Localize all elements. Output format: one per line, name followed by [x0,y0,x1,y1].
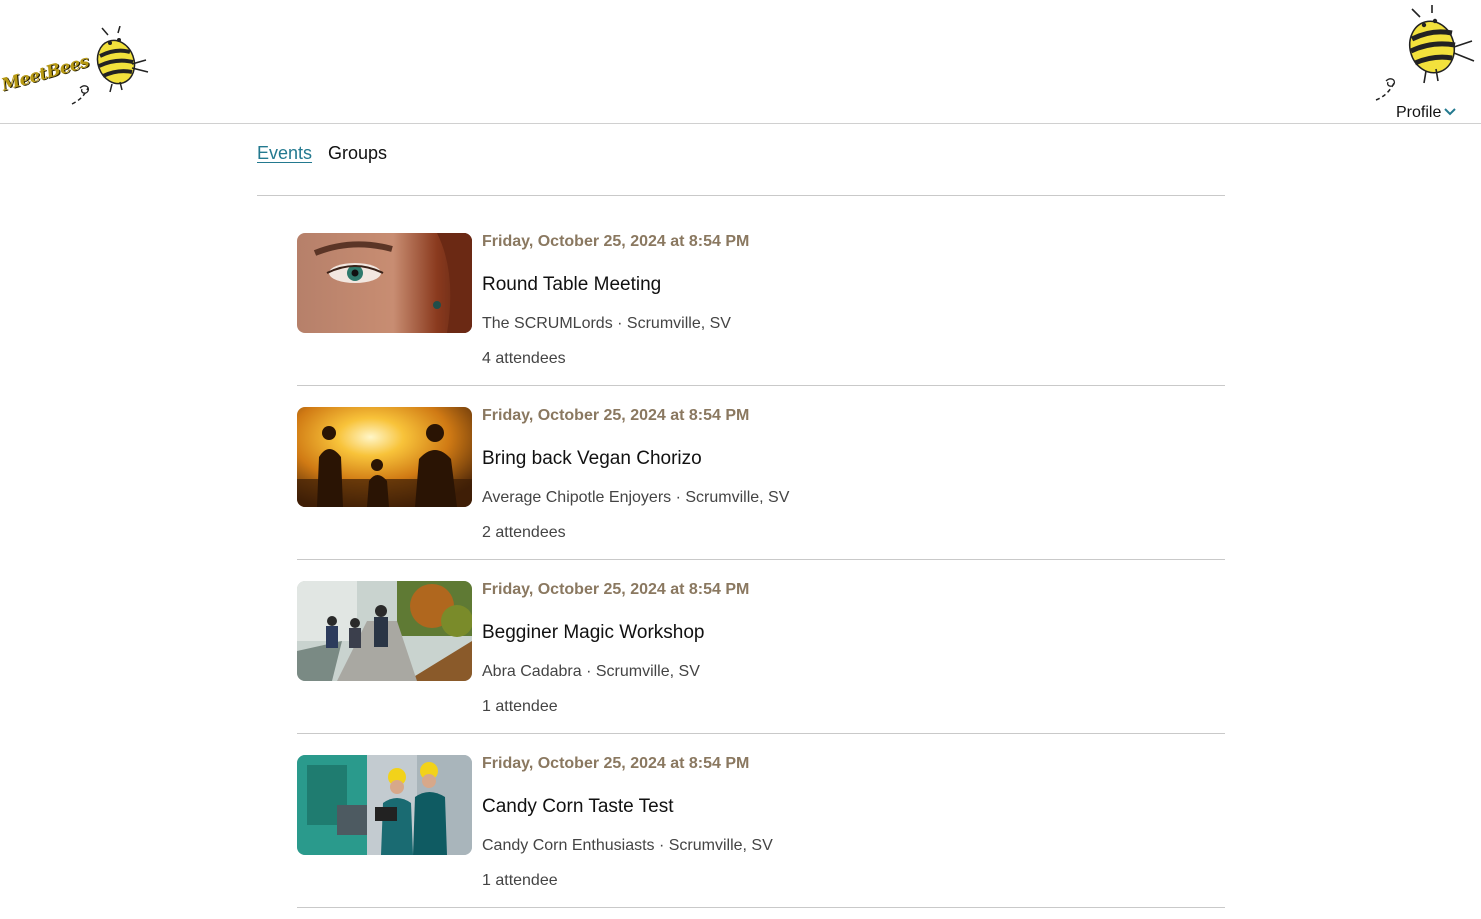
event-card[interactable]: Friday, October 25, 2024 at 8:54 PM Begg… [297,581,1225,755]
event-attendees: 2 attendees [482,524,566,541]
bee-icon [71,26,149,105]
event-title[interactable]: Bring back Vegan Chorizo [482,448,702,470]
event-card[interactable]: Friday, October 25, 2024 at 8:54 PM Brin… [297,407,1225,581]
top-header: MeetBees Profile [0,0,1481,124]
event-image [297,233,472,333]
event-group-location: The SCRUMLords · Scrumville, SV [482,315,731,332]
event-list: Friday, October 25, 2024 at 8:54 PM Roun… [297,233,1225,919]
event-date: Friday, October 25, 2024 at 8:54 PM [482,755,750,772]
event-image [297,407,472,507]
event-title[interactable]: Candy Corn Taste Test [482,796,674,818]
event-date: Friday, October 25, 2024 at 8:54 PM [482,581,750,598]
bee-avatar-icon [1375,5,1475,101]
tab-events[interactable]: Events [257,143,312,164]
event-title[interactable]: Begginer Magic Workshop [482,622,704,644]
view-tabs: Events Groups [257,140,1225,196]
chevron-down-icon [1444,108,1456,116]
event-card[interactable]: Friday, October 25, 2024 at 8:54 PM Roun… [297,233,1225,407]
tab-groups[interactable]: Groups [328,143,387,164]
event-date: Friday, October 25, 2024 at 8:54 PM [482,407,750,424]
event-image [297,755,472,855]
event-group-location: Average Chipotle Enjoyers · Scrumville, … [482,489,790,506]
profile-label: Profile [1396,104,1442,121]
event-group-location: Abra Cadabra · Scrumville, SV [482,663,700,680]
event-title[interactable]: Round Table Meeting [482,274,661,296]
event-image [297,581,472,681]
event-attendees: 1 attendee [482,872,558,889]
event-attendees: 1 attendee [482,698,558,715]
meetbees-logo[interactable]: MeetBees [0,26,155,110]
event-date: Friday, October 25, 2024 at 8:54 PM [482,233,750,250]
event-group-location: Candy Corn Enthusiasts · Scrumville, SV [482,837,773,854]
event-attendees: 4 attendees [482,350,566,367]
profile-menu[interactable]: Profile [1372,5,1480,123]
event-card[interactable]: Friday, October 25, 2024 at 8:54 PM Cand… [297,755,1225,919]
